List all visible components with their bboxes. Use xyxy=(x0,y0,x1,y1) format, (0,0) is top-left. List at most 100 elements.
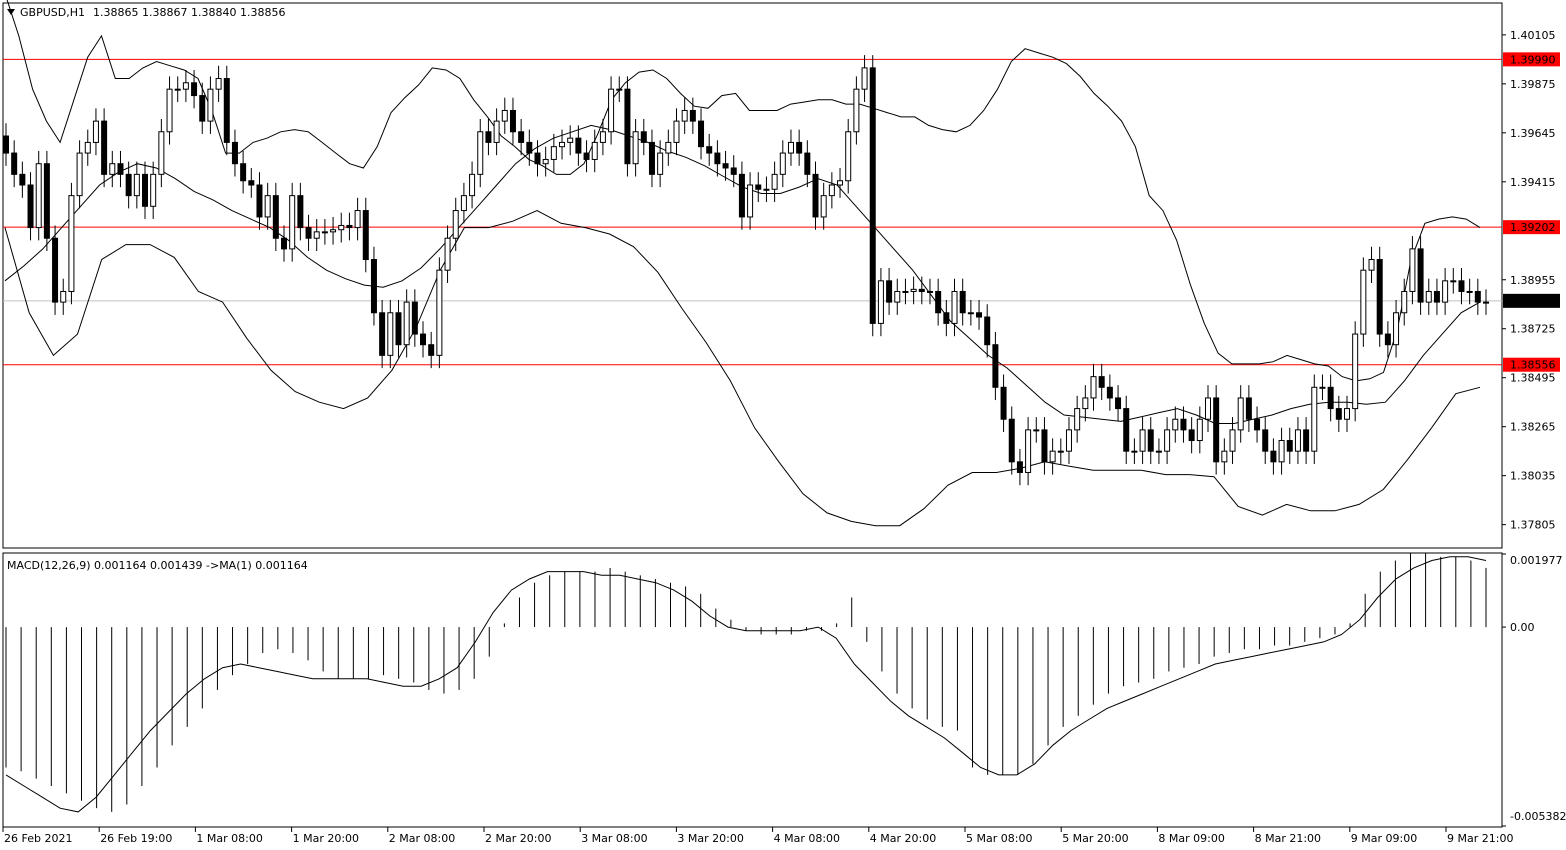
candle-body[interactable] xyxy=(27,184,34,229)
candle-body[interactable] xyxy=(1025,429,1032,473)
candle-body[interactable] xyxy=(894,290,901,303)
candle-body[interactable] xyxy=(305,227,312,239)
candle-body[interactable] xyxy=(428,344,435,356)
candle-body[interactable] xyxy=(1213,397,1220,463)
candle-body[interactable] xyxy=(231,141,238,165)
candle-body[interactable] xyxy=(902,290,909,293)
candle-body[interactable] xyxy=(420,333,427,346)
candle-body[interactable] xyxy=(76,152,83,197)
candle-body[interactable] xyxy=(346,224,353,229)
candle-body[interactable] xyxy=(657,152,664,175)
candle-body[interactable] xyxy=(869,67,876,324)
candle-body[interactable] xyxy=(1041,429,1048,463)
candle-body[interactable] xyxy=(951,290,958,324)
candle-body[interactable] xyxy=(665,141,672,154)
candle-body[interactable] xyxy=(1082,397,1089,410)
candle-body[interactable] xyxy=(837,180,844,186)
candle-body[interactable] xyxy=(1262,429,1269,452)
candle-body[interactable] xyxy=(706,146,713,154)
candle-body[interactable] xyxy=(1106,386,1113,399)
candle-body[interactable] xyxy=(452,210,459,239)
candle-body[interactable] xyxy=(125,173,132,197)
candle-body[interactable] xyxy=(779,152,786,175)
candle-body[interactable] xyxy=(624,88,631,165)
candle-body[interactable] xyxy=(1131,450,1138,453)
candle-body[interactable] xyxy=(395,312,402,346)
candle-body[interactable] xyxy=(943,312,950,324)
candle-body[interactable] xyxy=(992,344,999,388)
candle-body[interactable] xyxy=(35,163,42,229)
candle-body[interactable] xyxy=(640,131,647,143)
candle-body[interactable] xyxy=(1090,376,1097,399)
candle-body[interactable] xyxy=(1270,450,1277,463)
candle-body[interactable] xyxy=(436,269,443,356)
candle-body[interactable] xyxy=(1425,290,1432,303)
candle-body[interactable] xyxy=(959,290,966,314)
candle-body[interactable] xyxy=(1417,248,1424,303)
candle-body[interactable] xyxy=(1254,418,1261,431)
candle-body[interactable] xyxy=(550,146,557,160)
candle-body[interactable] xyxy=(207,88,214,122)
candle-body[interactable] xyxy=(1229,429,1236,452)
candle-body[interactable] xyxy=(1278,440,1285,463)
candle-body[interactable] xyxy=(460,195,467,212)
candle-body[interactable] xyxy=(1033,429,1040,432)
collapse-triangle-icon[interactable] xyxy=(7,9,15,15)
candle-body[interactable] xyxy=(1466,290,1473,293)
candle-body[interactable] xyxy=(828,184,835,197)
candle-body[interactable] xyxy=(886,280,893,303)
candle-body[interactable] xyxy=(1442,280,1449,303)
candle-body[interactable] xyxy=(150,173,157,207)
candle-body[interactable] xyxy=(698,120,705,148)
candle-body[interactable] xyxy=(1286,440,1293,452)
candle-body[interactable] xyxy=(109,163,116,175)
candle-body[interactable] xyxy=(1008,418,1015,463)
candle-body[interactable] xyxy=(648,141,655,175)
candle-body[interactable] xyxy=(518,131,525,143)
candle-body[interactable] xyxy=(935,290,942,314)
candle-body[interactable] xyxy=(11,152,18,175)
candle-body[interactable] xyxy=(812,173,819,218)
candle-body[interactable] xyxy=(575,137,582,154)
candle-body[interactable] xyxy=(1311,386,1318,452)
candle-body[interactable] xyxy=(1074,408,1081,431)
candle-body[interactable] xyxy=(313,231,320,239)
candle-body[interactable] xyxy=(1196,418,1203,442)
candle-body[interactable] xyxy=(379,312,386,356)
candle-body[interactable] xyxy=(1180,418,1187,431)
candle-body[interactable] xyxy=(738,173,745,218)
candle-body[interactable] xyxy=(1409,248,1416,292)
candle-body[interactable] xyxy=(142,173,149,207)
candle-body[interactable] xyxy=(1376,259,1383,335)
candle-body[interactable] xyxy=(599,131,606,143)
candle-body[interactable] xyxy=(1000,386,1007,420)
candle-body[interactable] xyxy=(101,120,108,175)
candle-body[interactable] xyxy=(567,137,574,143)
candle-body[interactable] xyxy=(52,237,59,303)
candle-body[interactable] xyxy=(1319,386,1326,389)
candle-body[interactable] xyxy=(1294,429,1301,452)
candle-body[interactable] xyxy=(1221,450,1228,463)
candle-body[interactable] xyxy=(608,88,615,133)
candle-body[interactable] xyxy=(1065,429,1072,452)
candle-body[interactable] xyxy=(559,141,566,148)
candle-body[interactable] xyxy=(1098,376,1105,388)
candle-body[interactable] xyxy=(1016,461,1023,473)
candle-body[interactable] xyxy=(1327,386,1334,410)
candle-body[interactable] xyxy=(755,184,762,190)
candle-body[interactable] xyxy=(403,301,410,346)
candle-body[interactable] xyxy=(444,237,451,271)
candle-body[interactable] xyxy=(1164,429,1171,452)
candle-body[interactable] xyxy=(411,301,418,335)
candle-body[interactable] xyxy=(747,184,754,218)
candle-body[interactable] xyxy=(469,173,476,197)
candle-body[interactable] xyxy=(477,131,484,175)
candle-body[interactable] xyxy=(1303,429,1310,452)
candle-body[interactable] xyxy=(877,280,884,324)
candle-body[interactable] xyxy=(362,210,369,261)
candle-body[interactable] xyxy=(918,288,925,292)
candle-body[interactable] xyxy=(174,88,181,91)
candle-body[interactable] xyxy=(1204,397,1211,420)
candle-body[interactable] xyxy=(387,312,394,356)
candle-body[interactable] xyxy=(1433,290,1440,303)
